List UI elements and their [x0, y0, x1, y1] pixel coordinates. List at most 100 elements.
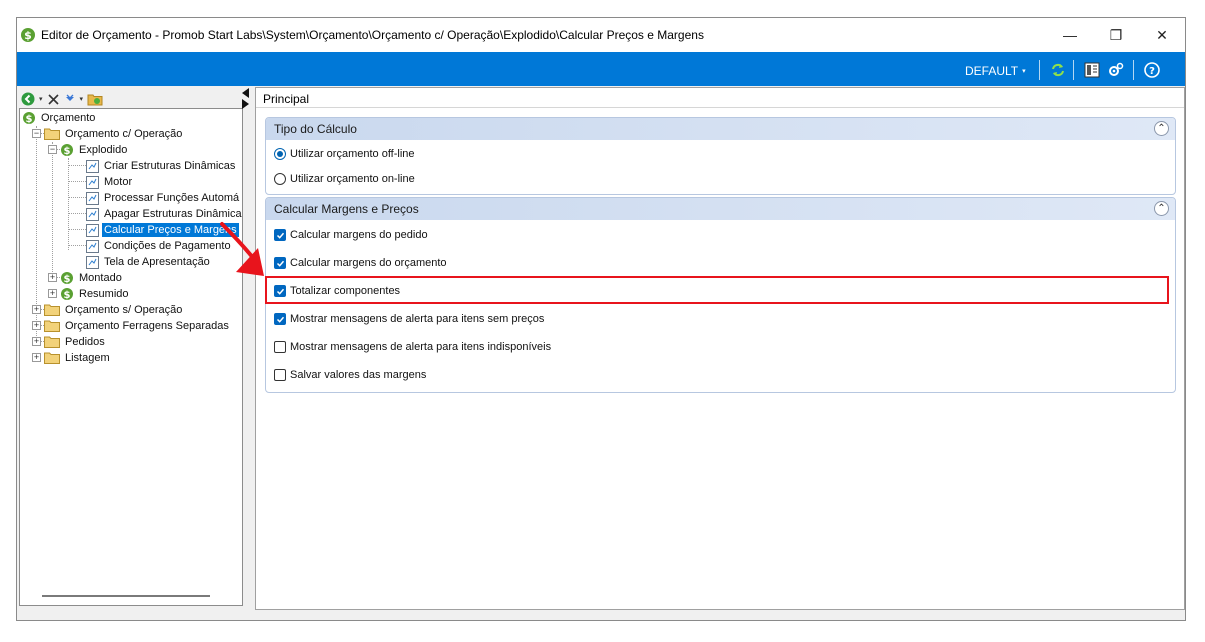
nav-toolbar: ▾ ▾ — [21, 88, 103, 110]
svg-text:$: $ — [64, 290, 71, 301]
calc-type-header: Tipo do Cálculo ⌃ — [266, 118, 1175, 140]
script-icon — [86, 239, 99, 253]
group-title: Calcular Margens e Preços — [274, 202, 419, 216]
script-icon — [86, 255, 99, 269]
budget-icon: $ — [60, 143, 74, 157]
checkbox-alerta-sem-precos[interactable]: Mostrar mensagens de alerta para itens s… — [274, 313, 544, 325]
folder-icon — [44, 352, 60, 364]
radio-button[interactable] — [274, 173, 286, 185]
tree-item-pedidos[interactable]: Pedidos — [44, 334, 107, 350]
collapse-icon[interactable]: ⌃ — [1154, 201, 1169, 216]
tree-item-montado[interactable]: $ Montado — [60, 270, 124, 286]
tree-item-condicoes-pagamento[interactable]: Condições de Pagamento — [86, 238, 233, 254]
minimize-button[interactable]: — — [1047, 18, 1093, 52]
budget-icon: $ — [22, 111, 36, 125]
radio-offline[interactable]: Utilizar orçamento off-line — [274, 148, 415, 160]
checkbox-margens-pedido[interactable]: Calcular margens do pedido — [274, 229, 428, 241]
gear-icon[interactable] — [1107, 61, 1125, 79]
tree-item-resumido[interactable]: $ Resumido — [60, 286, 131, 302]
script-icon — [86, 175, 99, 189]
pane-splitter[interactable] — [241, 86, 253, 116]
tree-item-orcamento[interactable]: $ Orçamento — [22, 110, 97, 126]
editor-window: $ Editor de Orçamento - Promob Start Lab… — [16, 17, 1186, 621]
budget-app-icon: $ — [20, 27, 36, 43]
folder-refresh-icon[interactable] — [87, 92, 103, 106]
expand-right-icon[interactable] — [242, 99, 249, 109]
window-title: Editor de Orçamento - Promob Start Labs\… — [41, 28, 704, 42]
profile-dropdown[interactable]: DEFAULT ▾ — [965, 64, 1026, 78]
collapse-toggle[interactable]: − — [48, 145, 57, 154]
chevron-down-icon: ▾ — [1022, 68, 1026, 75]
folder-icon — [44, 128, 60, 140]
horizontal-scrollbar[interactable] — [42, 595, 210, 597]
help-icon[interactable]: ? — [1143, 61, 1161, 79]
radio-button-selected[interactable] — [274, 148, 286, 160]
back-icon[interactable] — [21, 92, 35, 106]
toolbar-separator — [1133, 60, 1134, 80]
highlight-rectangle — [265, 276, 1169, 304]
checkbox-unchecked[interactable] — [274, 341, 286, 353]
checkbox-unchecked[interactable] — [274, 369, 286, 381]
expand-toggle[interactable]: + — [48, 273, 57, 282]
tree-item-processar-funcoes[interactable]: Processar Funções Automá — [86, 190, 241, 206]
expand-toggle[interactable]: + — [32, 305, 41, 314]
tree-item-criar-estruturas[interactable]: Criar Estruturas Dinâmicas — [86, 158, 237, 174]
expand-toggle[interactable]: + — [32, 353, 41, 362]
svg-text:$: $ — [26, 114, 33, 125]
top-toolbar: DEFAULT ▾ ? — [17, 52, 1185, 86]
checkbox-alerta-indisponiveis[interactable]: Mostrar mensagens de alerta para itens i… — [274, 341, 551, 353]
svg-text:$: $ — [64, 274, 71, 285]
toolbar-separator — [1039, 60, 1040, 80]
delete-icon[interactable] — [47, 93, 60, 106]
divider — [256, 107, 1184, 108]
script-icon — [86, 159, 99, 173]
budget-icon: $ — [60, 271, 74, 285]
collapse-left-icon[interactable] — [242, 88, 249, 98]
svg-text:$: $ — [64, 146, 71, 157]
checkbox-salvar-margens[interactable]: Salvar valores das margens — [274, 369, 426, 381]
tree-item-orcamento-ferragens[interactable]: Orçamento Ferragens Separadas — [44, 318, 231, 334]
profile-label: DEFAULT — [965, 64, 1019, 78]
refresh-icon[interactable] — [1049, 61, 1067, 79]
expand-toggle[interactable]: + — [32, 321, 41, 330]
collapse-toggle[interactable]: − — [32, 129, 41, 138]
svg-text:$: $ — [24, 29, 32, 42]
script-icon — [86, 207, 99, 221]
toolbar-separator — [1073, 60, 1074, 80]
expand-toggle[interactable]: + — [32, 337, 41, 346]
folder-icon — [44, 336, 60, 348]
checkbox-checked[interactable] — [274, 229, 286, 241]
checkbox-checked[interactable] — [274, 257, 286, 269]
back-dropdown[interactable]: ▾ — [39, 95, 43, 103]
tree-item-explodido[interactable]: $ Explodido — [60, 142, 129, 158]
tree-item-tela-apresentacao[interactable]: Tela de Apresentação — [86, 254, 212, 270]
breadcrumb: Principal — [263, 92, 310, 106]
expand-toggle[interactable]: + — [48, 289, 57, 298]
tree-item-motor[interactable]: Motor — [86, 174, 134, 190]
checkbox-checked[interactable] — [274, 313, 286, 325]
title-bar: $ Editor de Orçamento - Promob Start Lab… — [17, 18, 1185, 52]
tree-item-orcamento-s-operacao[interactable]: Orçamento s/ Operação — [44, 302, 184, 318]
panel-layout-icon[interactable] — [1083, 61, 1101, 79]
tree-item-orcamento-c-operacao[interactable]: Orçamento c/ Operação — [44, 126, 184, 142]
group-title: Tipo do Cálculo — [274, 122, 357, 136]
margins-header: Calcular Margens e Preços ⌃ — [266, 198, 1175, 220]
folder-icon — [44, 304, 60, 316]
budget-icon: $ — [60, 287, 74, 301]
close-button[interactable]: ✕ — [1139, 18, 1185, 52]
arrow-down-icon[interactable] — [64, 93, 76, 105]
red-arrow-annotation — [220, 222, 264, 276]
content-pane: Principal Tipo do Cálculo ⌃ Utilizar orç… — [255, 87, 1185, 610]
navigation-pane: ▾ ▾ $ Orçamento − Orçamento c/ Operação … — [17, 86, 249, 620]
svg-text:?: ? — [1149, 66, 1155, 77]
radio-online[interactable]: Utilizar orçamento on-line — [274, 173, 415, 185]
script-icon — [86, 223, 99, 237]
checkbox-margens-orcamento[interactable]: Calcular margens do orçamento — [274, 257, 447, 269]
forward-dropdown[interactable]: ▾ — [80, 95, 84, 103]
restore-button[interactable]: ❐ — [1093, 18, 1139, 52]
script-icon — [86, 191, 99, 205]
folder-icon — [44, 320, 60, 332]
tree-item-listagem[interactable]: Listagem — [44, 350, 112, 366]
collapse-icon[interactable]: ⌃ — [1154, 121, 1169, 136]
calc-type-group: Tipo do Cálculo ⌃ Utilizar orçamento off… — [265, 117, 1176, 195]
